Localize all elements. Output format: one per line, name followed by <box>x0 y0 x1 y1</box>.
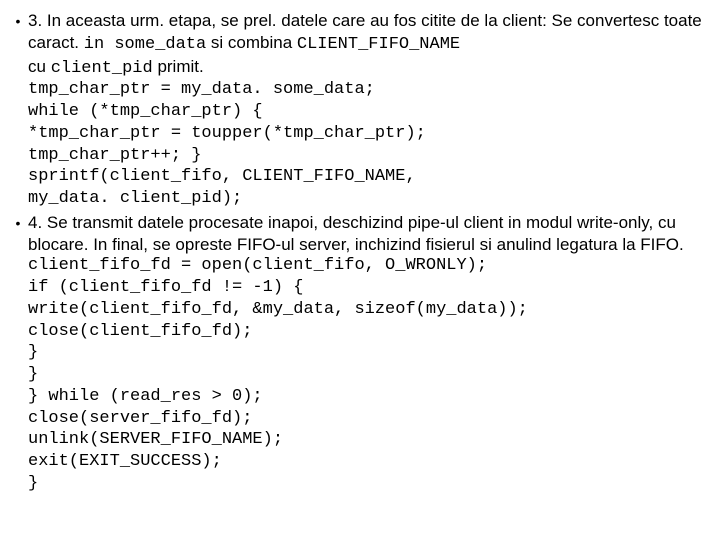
text-run: primit. <box>153 57 204 76</box>
bullet-item-3: • 3. In aceasta urm. etapa, se prel. dat… <box>8 10 712 210</box>
code-inline: CLIENT_FIFO_NAME <box>297 35 460 54</box>
slide: • 3. In aceasta urm. etapa, se prel. dat… <box>0 0 720 507</box>
intro-text: 4. Se transmit datele procesate inapoi, … <box>28 212 712 256</box>
bullet-content: 4. Se transmit datele procesate inapoi, … <box>28 212 712 495</box>
code-inline: in some_data <box>84 35 206 54</box>
bullet-item-4: • 4. Se transmit datele procesate inapoi… <box>8 212 712 495</box>
intro-text: 3. In aceasta urm. etapa, se prel. datel… <box>28 10 712 79</box>
bullet-marker: • <box>8 212 28 233</box>
text-run: cu <box>28 57 51 76</box>
code-block: tmp_char_ptr = my_data. some_data; while… <box>28 79 712 210</box>
code-block: client_fifo_fd = open(client_fifo, O_WRO… <box>28 255 712 494</box>
text-run: si combina <box>206 33 297 52</box>
code-inline: client_pid <box>51 59 153 78</box>
bullet-marker: • <box>8 10 28 31</box>
bullet-content: 3. In aceasta urm. etapa, se prel. datel… <box>28 10 712 210</box>
